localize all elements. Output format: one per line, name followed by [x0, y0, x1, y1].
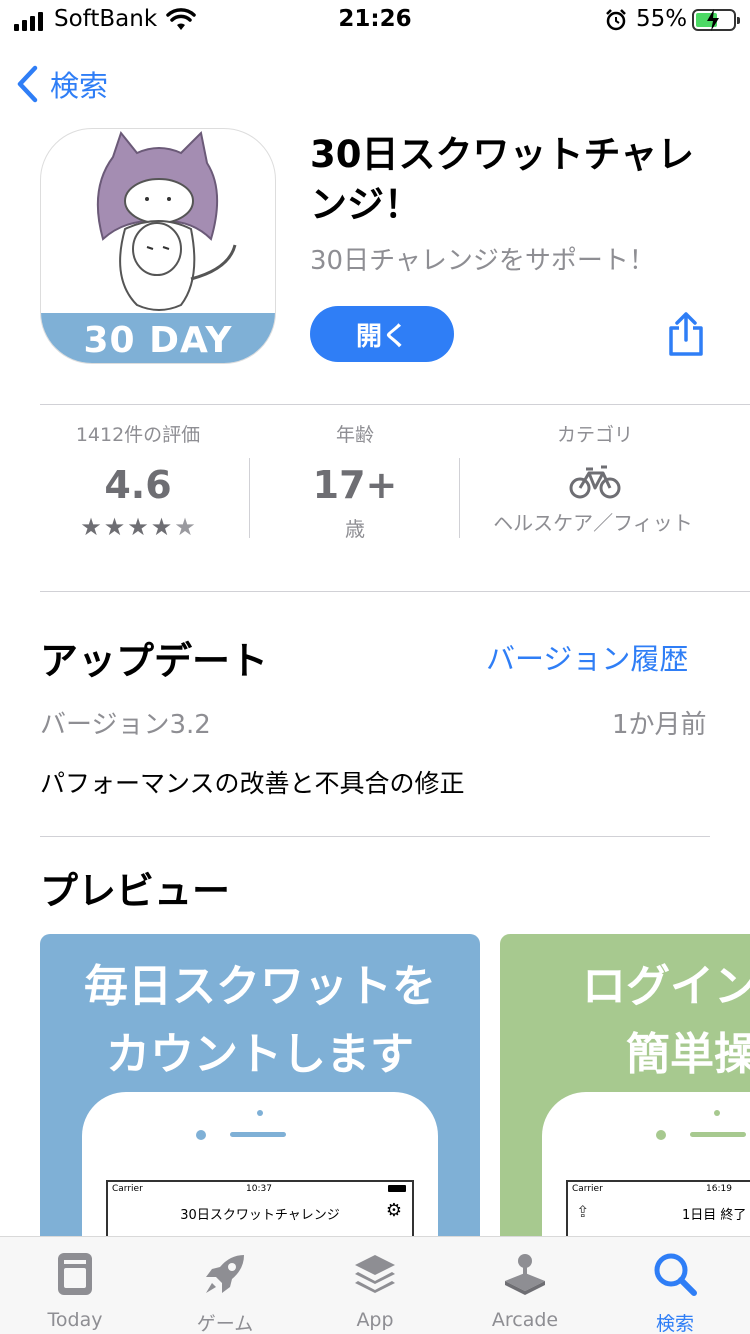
divider [40, 836, 710, 837]
preview-caption-line1: ログイン [582, 961, 750, 1012]
phone-mockup: Carrier 10:37 30日スクワットチャレンジ ⚙ [82, 1092, 438, 1254]
screen-title: 1日目 終了 [682, 1208, 747, 1223]
joystick-icon [505, 1254, 545, 1295]
tab-label: ゲーム [196, 1313, 254, 1334]
info-separator [249, 458, 250, 538]
chevron-left-icon [17, 65, 38, 103]
status-bar: SoftBank 21:26 55% [0, 0, 750, 42]
tab-arcade[interactable]: Arcade [450, 1237, 600, 1334]
age-info: 年齢 17+ 歳 [260, 420, 450, 542]
search-icon [654, 1253, 697, 1296]
screen-time: 10:37 [246, 1184, 272, 1194]
phone-mockup: Carrier 16:19 ⇪ 1日目 終了 [542, 1092, 750, 1254]
icon-band-text: 30 DAY [83, 320, 233, 361]
update-heading: アップデート [40, 639, 269, 683]
preview-caption-line1: 毎日スクワットを [84, 961, 436, 1012]
info-separator [459, 458, 460, 538]
tab-search[interactable]: 検索 [600, 1237, 750, 1334]
battery-icon [692, 9, 740, 31]
app-title: 30日スクワットチャレンジ！ [310, 133, 695, 226]
rating-value: 4.6 [104, 463, 172, 507]
version-history-link[interactable]: バージョン履歴 [486, 636, 688, 678]
bicycle-icon [569, 465, 621, 499]
release-notes: パフォーマンスの改善と不具合の修正 [40, 769, 465, 798]
tab-today[interactable]: Today [0, 1237, 150, 1334]
share-icon[interactable] [666, 310, 706, 358]
rocket-icon [206, 1255, 244, 1293]
star-icon: ★ [127, 513, 149, 541]
divider [40, 591, 750, 592]
tab-label: 検索 [655, 1313, 694, 1334]
category-info: カテゴリ ヘルスケア／フィット [470, 420, 720, 536]
tab-apps[interactable]: App [300, 1237, 450, 1334]
star-icon: ★ [80, 513, 102, 541]
app-subtitle: 30日チャレンジをサポート！ [310, 246, 655, 276]
age-label: 年齢 [335, 424, 374, 446]
back-button[interactable]: 検索 [16, 64, 108, 104]
today-icon [58, 1253, 92, 1295]
preview-screenshot-2[interactable]: ログイン 簡単操 Carrier 16:19 ⇪ 1日目 終了 [500, 934, 750, 1254]
screen-time: 16:19 [706, 1184, 732, 1194]
star-rating: ★ ★ ★ ★ ★ [40, 513, 236, 541]
star-icon: ★ [150, 513, 173, 541]
tab-games[interactable]: ゲーム [150, 1237, 300, 1334]
category-label: カテゴリ [556, 424, 633, 446]
gear-icon: ⚙ [385, 1200, 402, 1221]
screen-title: 30日スクワットチャレンジ [180, 1208, 340, 1223]
age-unit: 歳 [345, 517, 365, 541]
star-icon: ★ [174, 513, 196, 541]
screen-carrier: Carrier [112, 1184, 143, 1194]
preview-caption-line2: 簡単操 [626, 1029, 750, 1080]
divider [40, 404, 750, 405]
ratings-count-label: 1412件の評価 [75, 424, 201, 446]
preview-screenshot-1[interactable]: 毎日スクワットを カウントします Carrier 10:37 30日スクワットチ… [40, 934, 480, 1254]
screen-battery-icon [388, 1185, 406, 1192]
app-stack-icon [355, 1255, 395, 1293]
cat-mascot-illustration [96, 130, 237, 311]
tab-bar: Today ゲーム App Arcade 検索 [0, 1236, 750, 1334]
ratings-info: 1412件の評価 4.6 ★ ★ ★ ★ ★ [40, 420, 236, 541]
category-value: ヘルスケア／フィット [493, 511, 693, 535]
tab-label: App [356, 1309, 394, 1331]
version-number: バージョン3.2 [40, 710, 211, 740]
age-value: 17+ [312, 463, 398, 507]
back-label: 検索 [50, 69, 109, 103]
alarm-icon [606, 9, 626, 31]
battery-percent: 55% [636, 6, 688, 32]
update-date: 1か月前 [612, 710, 707, 740]
preview-heading: プレビュー [40, 869, 231, 913]
tab-label: Arcade [491, 1309, 559, 1331]
star-icon: ★ [103, 513, 126, 541]
app-icon: 30 DAY [40, 128, 276, 364]
preview-caption-line2: カウントします [106, 1029, 414, 1080]
open-button[interactable]: 開く [310, 306, 454, 362]
tab-label: Today [47, 1309, 103, 1331]
share-icon: ⇪ [576, 1202, 590, 1221]
screen-carrier: Carrier [572, 1184, 603, 1194]
